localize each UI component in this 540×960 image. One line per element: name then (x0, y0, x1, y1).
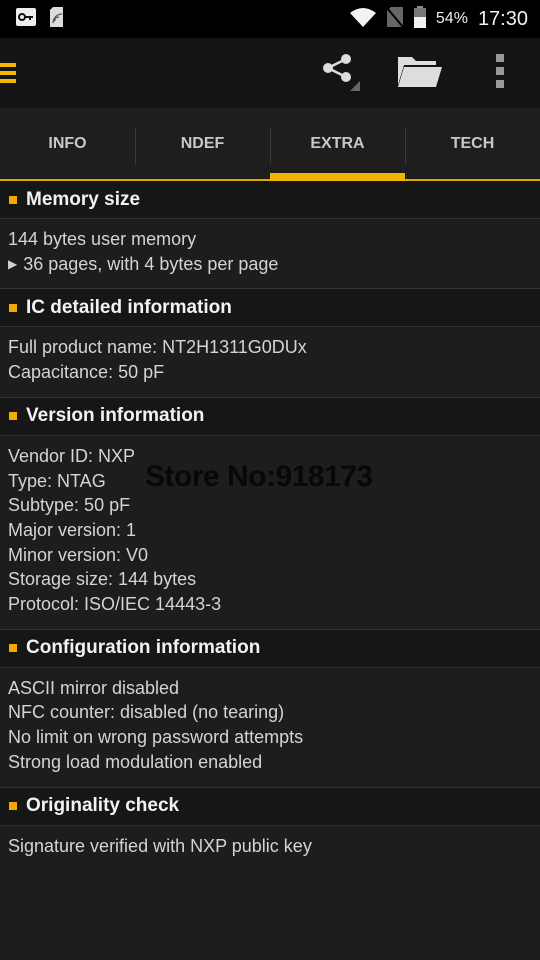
section-body: 144 bytes user memory ▶ 36 pages, with 4 … (0, 219, 540, 290)
info-line: Signature verified with NXP public key (8, 835, 312, 856)
status-bar: 54% 17:30 (0, 0, 540, 38)
section-title: Version information (26, 405, 205, 427)
nfc-tag-icon (50, 6, 66, 32)
share-icon (320, 51, 360, 96)
info-line: Full product name: NT2H1311G0DUx (8, 337, 307, 358)
bullet-icon (9, 644, 17, 653)
content-list: Memory size 144 bytes user memory ▶ 36 pa… (0, 181, 540, 871)
section-header: Memory size (0, 181, 540, 219)
more-options-button[interactable] (460, 38, 540, 108)
section-memory-size: Memory size 144 bytes user memory ▶ 36 pa… (0, 181, 540, 290)
expand-arrow-icon: ▶ (8, 256, 18, 271)
open-folder-button[interactable] (380, 38, 460, 108)
clock: 17:30 (477, 7, 528, 30)
bullet-icon (9, 802, 17, 811)
tab-ndef[interactable]: NDEF (135, 108, 270, 179)
tab-tech[interactable]: TECH (405, 108, 540, 179)
info-line: Major version: 1 (8, 519, 137, 540)
section-title: IC detailed information (26, 296, 232, 318)
share-button[interactable] (300, 38, 380, 108)
info-line: Protocol: ISO/IEC 14443-3 (8, 594, 222, 615)
info-line: 144 bytes user memory (8, 229, 197, 249)
section-title: Originality check (26, 795, 180, 817)
info-line: Capacitance: 50 pF (8, 362, 165, 383)
section-configuration-info: Configuration information ASCII mirror d… (0, 629, 540, 788)
section-ic-detailed: IC detailed information Full product nam… (0, 289, 540, 398)
more-vert-icon (495, 53, 505, 93)
section-header: Originality check (0, 787, 540, 826)
tab-info[interactable]: INFO (0, 108, 135, 179)
section-body: ASCII mirror disabled NFC counter: disab… (0, 667, 540, 788)
info-line: Subtype: 50 pF (8, 495, 131, 516)
section-body: Full product name: NT2H1311G0DUx Capacit… (0, 327, 540, 398)
key-icon (16, 7, 36, 31)
bullet-icon (9, 412, 17, 421)
battery-icon (413, 5, 426, 33)
section-version-info: Version information Vendor ID: NXP Type:… (0, 397, 540, 630)
folder-icon (398, 55, 442, 92)
watermark-text: Store No:918173 (145, 460, 373, 493)
tab-bar: INFO NDEF EXTRA TECH (0, 108, 540, 181)
info-line: Minor version: V0 (8, 544, 149, 565)
info-line: NFC counter: disabled (no tearing) (8, 702, 285, 723)
tab-extra[interactable]: EXTRA (270, 108, 405, 181)
section-header: Version information (0, 397, 540, 436)
app-bar (0, 38, 540, 108)
section-title: Configuration information (26, 637, 261, 659)
section-body: Signature verified with NXP public key (0, 825, 540, 871)
bullet-icon (9, 195, 17, 204)
info-line[interactable]: ▶ 36 pages, with 4 bytes per page (8, 252, 532, 277)
hamburger-icon[interactable] (0, 63, 16, 83)
wifi-icon (349, 7, 376, 32)
bullet-icon (9, 303, 17, 312)
info-line: Storage size: 144 bytes (8, 569, 197, 590)
info-line: Strong load modulation enabled (8, 751, 263, 772)
no-sim-icon (386, 6, 404, 33)
battery-percent: 54% (435, 10, 468, 27)
info-line: No limit on wrong password attempts (8, 727, 304, 748)
section-title: Memory size (26, 188, 141, 210)
section-header: Configuration information (0, 629, 540, 668)
info-line-text: 36 pages, with 4 bytes per page (23, 253, 279, 274)
section-header: IC detailed information (0, 289, 540, 328)
info-line: ASCII mirror disabled (8, 677, 180, 698)
section-originality-check: Originality check Signature verified wit… (0, 787, 540, 871)
